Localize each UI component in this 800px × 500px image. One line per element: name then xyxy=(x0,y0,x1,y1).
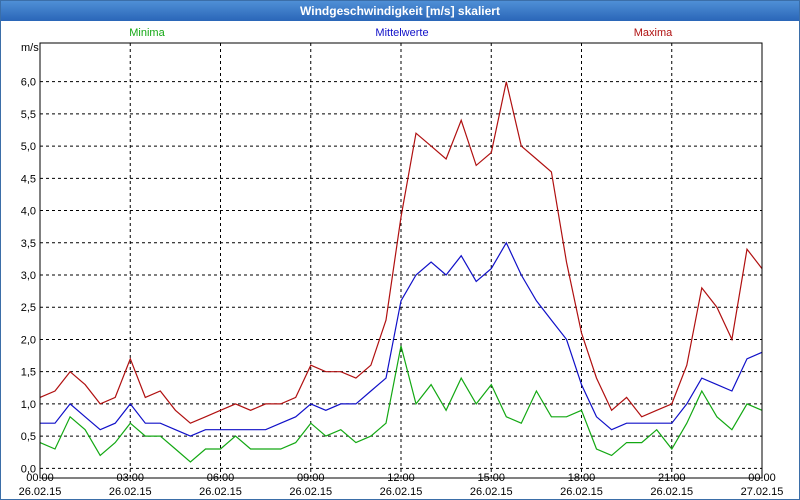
y-tick-label: 4,5 xyxy=(21,173,36,185)
x-tick-date: 26.02.15 xyxy=(109,486,152,498)
y-tick-label: 5,0 xyxy=(21,141,36,153)
x-tick-date: 26.02.15 xyxy=(470,486,513,498)
legend-maxima: Maxima xyxy=(634,27,673,39)
y-tick-label: 5,5 xyxy=(21,109,36,121)
x-tick-date: 26.02.15 xyxy=(289,486,332,498)
wind-speed-chart: Minima Mittelwerte Maxima m/s 0,00,51,01… xyxy=(19,27,784,498)
y-tick-label: 2,5 xyxy=(21,302,36,314)
legend-minima: Minima xyxy=(129,27,165,39)
legend: Minima Mittelwerte Maxima xyxy=(129,27,673,39)
y-axis-unit-label: m/s xyxy=(21,42,39,54)
x-tick-date: 26.02.15 xyxy=(19,486,62,498)
x-tick-date: 26.02.15 xyxy=(199,486,242,498)
y-tick-label: 1,5 xyxy=(21,367,36,379)
x-axis-ticks: 00:0026.02.1503:0026.02.1506:0026.02.150… xyxy=(19,472,784,498)
legend-mittelwerte: Mittelwerte xyxy=(375,27,428,39)
y-tick-label: 3,5 xyxy=(21,238,36,250)
window-title: Windgeschwindigkeit [m/s] skaliert xyxy=(1,1,799,21)
x-tick-date: 26.02.15 xyxy=(650,486,693,498)
y-tick-label: 6,0 xyxy=(21,77,36,89)
chart-window: Windgeschwindigkeit [m/s] skaliert Minim… xyxy=(0,0,800,500)
y-tick-label: 1,0 xyxy=(21,399,36,411)
x-tick-date: 27.02.15 xyxy=(741,486,784,498)
grid xyxy=(40,43,762,478)
x-tick-date: 26.02.15 xyxy=(380,486,423,498)
y-tick-label: 2,0 xyxy=(21,334,36,346)
y-axis-ticks: 0,00,51,01,52,02,53,03,54,04,55,05,56,0 xyxy=(21,77,36,476)
y-tick-label: 3,0 xyxy=(21,270,36,282)
y-tick-label: 4,0 xyxy=(21,206,36,218)
x-tick-date: 26.02.15 xyxy=(560,486,603,498)
y-tick-label: 0,5 xyxy=(21,431,36,443)
